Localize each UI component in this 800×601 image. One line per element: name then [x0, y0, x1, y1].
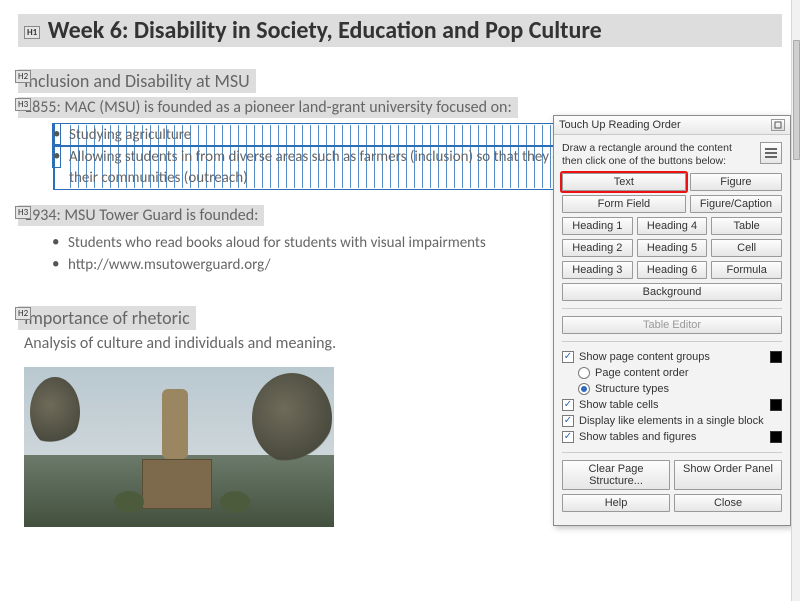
text-button[interactable]: Text — [562, 173, 686, 191]
options-icon[interactable] — [760, 142, 782, 164]
figure-button[interactable]: Figure — [690, 173, 782, 191]
table-editor-button: Table Editor — [562, 316, 782, 334]
table-button[interactable]: Table — [711, 217, 782, 235]
tag-h3: H3 — [15, 206, 31, 219]
dialog-instructions: Draw a rectangle around the content then… — [562, 142, 754, 167]
h3-1855: H3 1855: MAC (MSU) is founded as a pione… — [18, 97, 518, 118]
h1-text: Week 6: Disability in Society, Education… — [48, 16, 602, 45]
radio-structure-types[interactable] — [578, 383, 590, 395]
radio-page-order[interactable] — [578, 367, 590, 379]
h3-text: 1855: MAC (MSU) is founded as a pioneer … — [24, 98, 512, 117]
checkbox-display-block[interactable]: ✓ — [562, 415, 574, 427]
h3-text: 1934: MSU Tower Guard is founded: — [24, 206, 258, 225]
page-title: H1 Week 6: Disability in Society, Educat… — [18, 14, 782, 47]
formula-button[interactable]: Formula — [711, 261, 782, 279]
heading5-button[interactable]: Heading 5 — [637, 239, 708, 257]
label-show-groups: Show page content groups — [579, 351, 710, 363]
figure-caption-button[interactable]: Figure/Caption — [690, 195, 782, 213]
heading2-button[interactable]: Heading 2 — [562, 239, 633, 257]
dialog-titlebar[interactable]: Touch Up Reading Order — [554, 116, 790, 135]
checkbox-show-groups[interactable]: ✓ — [562, 351, 574, 363]
scroll-thumb[interactable] — [793, 40, 800, 160]
heading6-button[interactable]: Heading 6 — [637, 261, 708, 279]
show-order-panel-button[interactable]: Show Order Panel — [674, 460, 782, 490]
color-swatch[interactable] — [770, 431, 782, 443]
label-show-cells: Show table cells — [579, 399, 659, 411]
tag-h3: H3 — [15, 98, 31, 111]
vertical-scrollbar[interactable] — [791, 0, 800, 601]
tag-h2: H2 — [15, 307, 31, 320]
minimize-icon[interactable] — [771, 119, 785, 131]
heading4-button[interactable]: Heading 4 — [637, 217, 708, 235]
label-show-tables-figures: Show tables and figures — [579, 431, 696, 443]
checkbox-show-tables-figures[interactable]: ✓ — [562, 431, 574, 443]
h2-text: Inclusion and Disability at MSU — [24, 70, 250, 92]
form-field-button[interactable]: Form Field — [562, 195, 686, 213]
dialog-title: Touch Up Reading Order — [559, 119, 681, 131]
help-button[interactable]: Help — [562, 494, 670, 512]
cell-button[interactable]: Cell — [711, 239, 782, 257]
dialog-content: Draw a rectangle around the content then… — [554, 135, 790, 525]
h3-1934: H3 1934: MSU Tower Guard is founded: — [18, 205, 264, 226]
label-page-order: Page content order — [595, 367, 689, 379]
tag-h2: H2 — [15, 70, 31, 83]
label-structure-types: Structure types — [595, 383, 669, 395]
h2-text: Importance of rhetoric — [24, 307, 190, 329]
h2-inclusion: H2 Inclusion and Disability at MSU — [18, 69, 256, 93]
color-swatch[interactable] — [770, 351, 782, 363]
checkbox-show-cells[interactable]: ✓ — [562, 399, 574, 411]
tag-h1: H1 — [24, 26, 40, 39]
h2-rhetoric: H2 Importance of rhetoric — [18, 306, 196, 330]
content-image — [24, 367, 334, 527]
color-swatch[interactable] — [770, 399, 782, 411]
label-display-block: Display like elements in a single block — [579, 415, 764, 427]
heading1-button[interactable]: Heading 1 — [562, 217, 633, 235]
clear-page-structure-button[interactable]: Clear Page Structure... — [562, 460, 670, 490]
heading3-button[interactable]: Heading 3 — [562, 261, 633, 279]
background-button[interactable]: Background — [562, 283, 782, 301]
close-button[interactable]: Close — [674, 494, 782, 512]
touch-up-reading-order-dialog[interactable]: Touch Up Reading Order Draw a rectangle … — [553, 115, 791, 526]
dialog-options: ✓ Show page content groups Page content … — [562, 349, 782, 445]
